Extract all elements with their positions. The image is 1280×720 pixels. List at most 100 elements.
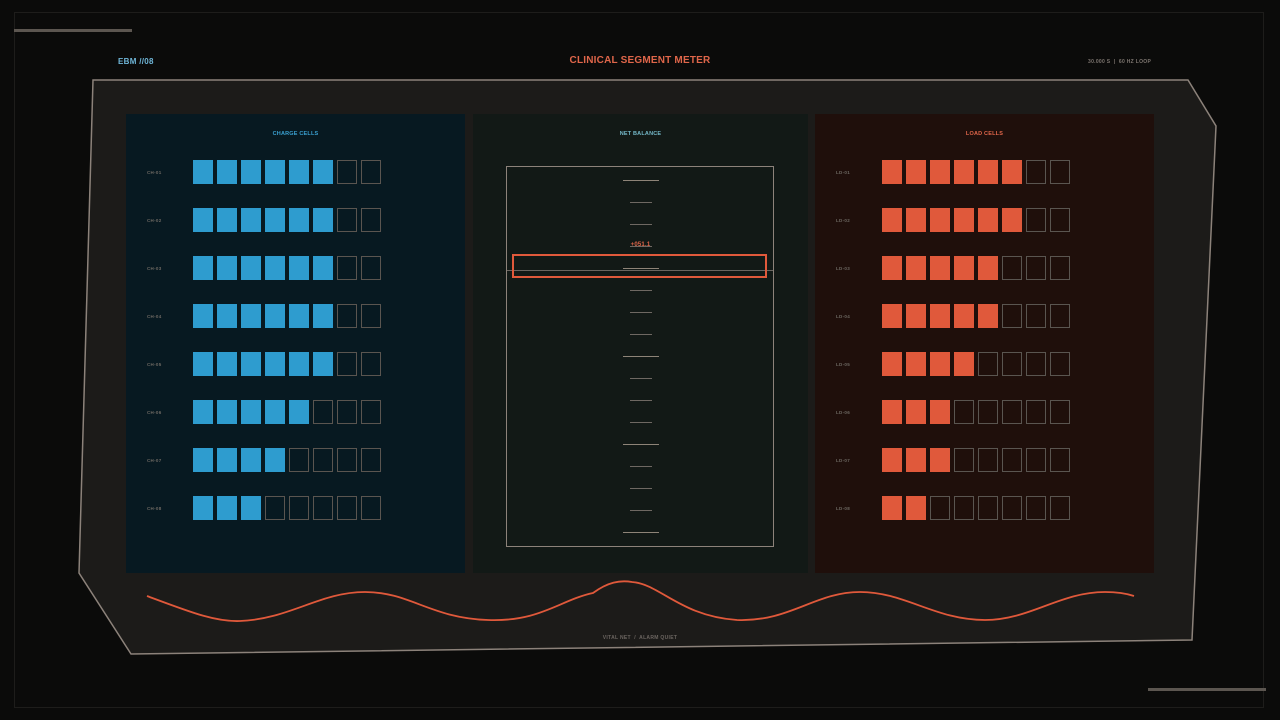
load-cell-empty <box>1002 448 1022 472</box>
charge-cell-filled <box>241 304 261 328</box>
charge-cell-filled <box>193 352 213 376</box>
load-cell-filled <box>930 448 950 472</box>
charge-cell-empty <box>289 448 309 472</box>
charge-cell-filled <box>193 304 213 328</box>
load-cell-empty <box>1050 496 1070 520</box>
charge-cell-filled <box>265 304 285 328</box>
charge-cell-empty <box>337 352 357 376</box>
charge-cell-empty <box>337 304 357 328</box>
scale-tick-major <box>623 356 659 357</box>
scale-tick-major <box>623 180 659 181</box>
load-cell-empty <box>1002 304 1022 328</box>
load-cell-filled <box>906 208 926 232</box>
footer-status: VITAL NET / ALARM QUIET <box>0 635 1280 641</box>
charge-cell-filled <box>241 160 261 184</box>
charge-cell-filled <box>241 352 261 376</box>
charge-row-label: CH-05 <box>147 362 162 367</box>
scale-tick-minor <box>630 400 652 401</box>
charge-cell-filled <box>217 496 237 520</box>
charge-cell-filled <box>313 304 333 328</box>
load-cell-empty <box>1026 208 1046 232</box>
charge-cell-empty <box>361 400 381 424</box>
vital-status: VITAL NET <box>602 635 631 641</box>
load-row: LD-07 <box>815 448 1154 474</box>
load-row-label: LD-03 <box>836 266 851 271</box>
charge-cell-filled <box>193 160 213 184</box>
load-cell-filled <box>954 160 974 184</box>
charge-cell-filled <box>241 496 261 520</box>
scale-tick-minor <box>630 224 652 225</box>
charge-row: CH-01 <box>126 160 465 186</box>
scale-tick-minor <box>630 290 652 291</box>
charge-cell-filled <box>313 352 333 376</box>
load-cell-empty <box>954 400 974 424</box>
load-row: LD-06 <box>815 400 1154 426</box>
scale-tick-minor <box>630 422 652 423</box>
scale-tick-minor <box>630 488 652 489</box>
load-cell-filled <box>930 160 950 184</box>
charge-cell-filled <box>217 304 237 328</box>
charge-cell-empty <box>361 496 381 520</box>
load-cell-filled <box>882 208 902 232</box>
load-panel-title: LOAD CELLS <box>965 131 1004 137</box>
load-cell-empty <box>954 496 974 520</box>
load-cell-filled <box>930 208 950 232</box>
charge-cell-filled <box>241 400 261 424</box>
charge-row-label: CH-03 <box>147 266 162 271</box>
charge-cell-filled <box>217 352 237 376</box>
load-cell-filled <box>882 352 902 376</box>
load-cell-empty <box>1050 256 1070 280</box>
load-row-label: LD-07 <box>836 458 851 463</box>
charge-cell-filled <box>217 160 237 184</box>
scale-tick-major <box>623 532 659 533</box>
load-cell-empty <box>1050 400 1070 424</box>
charge-cell-empty <box>337 496 357 520</box>
load-cell-empty <box>978 448 998 472</box>
balance-scale <box>506 166 774 547</box>
load-row: LD-03 <box>815 256 1154 282</box>
charge-row-label: CH-07 <box>147 458 162 463</box>
charge-cell-filled <box>217 208 237 232</box>
load-cell-filled <box>882 400 902 424</box>
load-cell-filled <box>882 448 902 472</box>
charge-row-label: CH-04 <box>147 314 162 319</box>
load-cell-empty <box>978 496 998 520</box>
balance-marker[interactable] <box>512 254 767 278</box>
charge-cell-empty <box>361 448 381 472</box>
load-cell-filled <box>1002 208 1022 232</box>
alarm-status: ALARM QUIET <box>639 635 678 641</box>
charge-cells-panel: CHARGE CELLS CH-01 CH-02 CH-03 CH-04 CH-05 CH… <box>126 114 465 573</box>
charge-cell-filled <box>289 160 309 184</box>
load-row: LD-08 <box>815 496 1154 522</box>
scale-tick-minor <box>630 466 652 467</box>
charge-cell-filled <box>193 400 213 424</box>
net-balance-panel: NET BALANCE +051.1 <box>473 114 808 573</box>
load-cell-empty <box>1050 304 1070 328</box>
load-cell-filled <box>882 496 902 520</box>
charge-cell-empty <box>361 352 381 376</box>
scale-tick-minor <box>630 202 652 203</box>
load-cell-filled <box>906 256 926 280</box>
load-cell-filled <box>954 304 974 328</box>
charge-cell-empty <box>313 448 333 472</box>
scale-tick-minor <box>630 312 652 313</box>
charge-cell-empty <box>313 496 333 520</box>
charge-row: CH-07 <box>126 448 465 474</box>
load-cell-filled <box>882 256 902 280</box>
charge-cell-filled <box>241 448 261 472</box>
load-cell-empty <box>1050 448 1070 472</box>
load-cell-filled <box>882 304 902 328</box>
charge-cell-filled <box>217 400 237 424</box>
charge-cell-empty <box>361 208 381 232</box>
charge-row-label: CH-01 <box>147 170 162 175</box>
charge-cell-filled <box>313 160 333 184</box>
charge-cell-empty <box>337 448 357 472</box>
charge-row: CH-03 <box>126 256 465 282</box>
load-cell-filled <box>930 256 950 280</box>
charge-cell-filled <box>265 448 285 472</box>
charge-cell-filled <box>265 160 285 184</box>
load-cell-filled <box>978 256 998 280</box>
load-cell-empty <box>1050 160 1070 184</box>
charge-row: CH-02 <box>126 208 465 234</box>
charge-cell-filled <box>241 208 261 232</box>
